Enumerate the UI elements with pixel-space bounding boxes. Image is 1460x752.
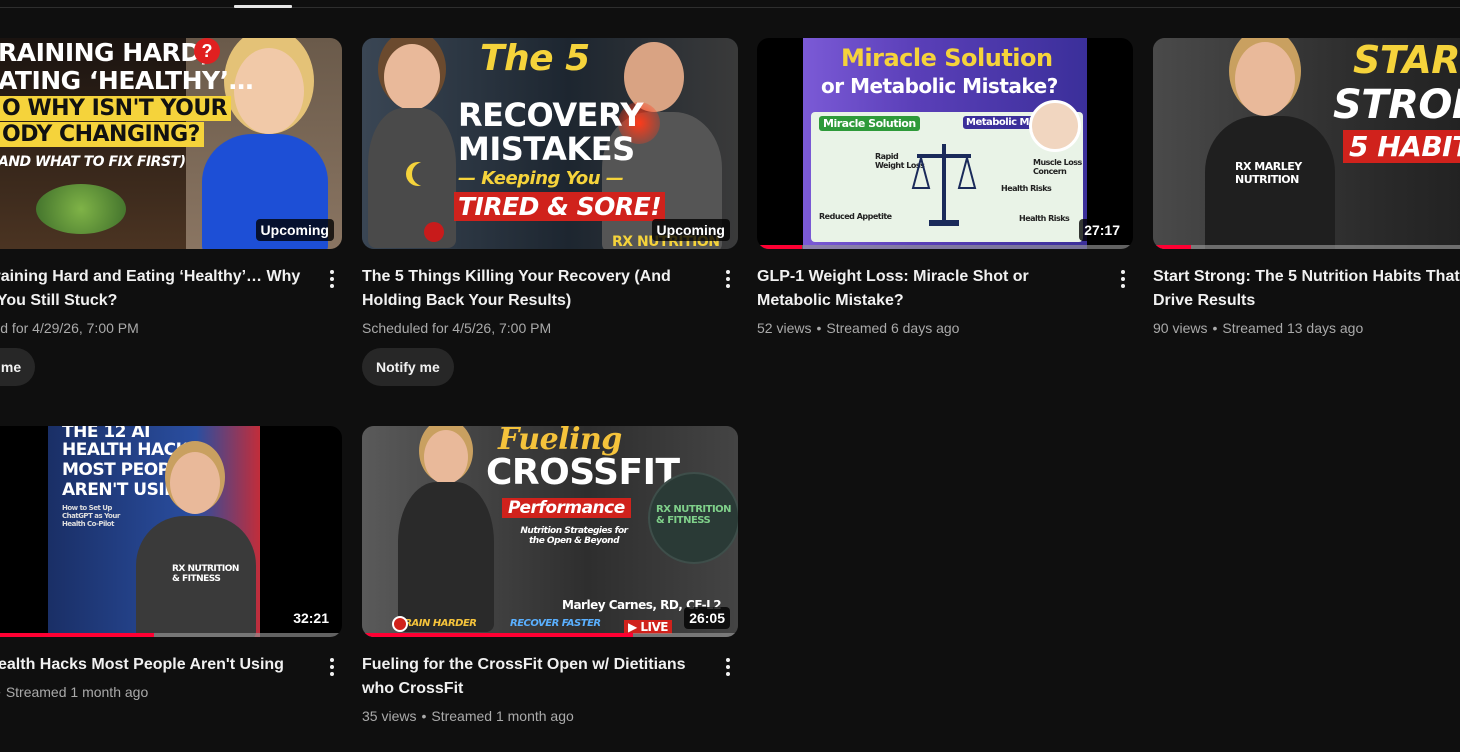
thumb-line-5: AND WHAT TO FIX FIRST) <box>0 154 186 170</box>
thumb-line-1: RAINING HARD, <box>0 38 210 67</box>
scale-icon <box>911 138 977 228</box>
thumb-line-7: RECOVER FASTER <box>510 618 601 629</box>
thumb-line-3-label: RX MARLEY NUTRITION <box>1235 160 1302 186</box>
thumb-label-6: Reduced Appetite <box>819 212 892 221</box>
video-thumbnail[interactable]: The 5 RECOVERY MISTAKES — Keeping You — … <box>362 38 738 249</box>
thumb-line-2: RECOVERY <box>458 96 644 134</box>
watch-progress <box>757 245 1133 249</box>
thumb-line-6: RX NUTRITION & FITNESS <box>172 564 239 584</box>
video-card[interactable]: THE 12 AI HEALTH HACKS MOST PEOPLE AREN'… <box>0 426 346 702</box>
thumb-label-1: Miracle Solution <box>819 116 920 131</box>
streamed-time: Streamed 1 month ago <box>5 684 149 700</box>
thumb-line-2: STRONG <box>1333 82 1460 128</box>
watch-progress <box>0 633 342 637</box>
more-actions-icon[interactable] <box>1111 263 1135 295</box>
active-tab-indicator <box>234 5 292 8</box>
thumb-line-2: CROSSFIT <box>486 452 680 493</box>
streamed-time: Streamed 1 month ago <box>431 708 574 724</box>
video-thumbnail[interactable]: RAINING HARD, ATING ‘HEALTHY’… O WHY ISN… <box>0 38 342 249</box>
video-card[interactable]: RAINING HARD, ATING ‘HEALTHY’… O WHY ISN… <box>0 38 346 386</box>
thumb-line-6: TRAIN HARDER <box>398 618 477 629</box>
meta-separator: • <box>816 320 822 336</box>
meta-separator: • <box>421 708 427 724</box>
meta-separator: • <box>1212 320 1218 336</box>
upcoming-badge: Upcoming <box>651 219 730 241</box>
thumb-line-1: START <box>1353 38 1460 82</box>
question-icon: ? <box>194 38 220 64</box>
thumb-line-4: Nutrition Strategies for the Open & Beyo… <box>520 526 628 546</box>
video-card[interactable]: Miracle Solution or Metabolic Mistake? M… <box>757 38 1137 338</box>
stopwatch-icon <box>392 616 408 632</box>
streamed-time: Streamed 6 days ago <box>826 320 960 336</box>
more-actions-icon[interactable] <box>320 651 344 683</box>
thumb-line-2: or Metabolic Mistake? <box>821 74 1058 98</box>
video-card[interactable]: Fueling CROSSFIT Performance Nutrition S… <box>362 426 742 726</box>
thumb-line-3: O WHY ISN'T YOUR <box>0 96 232 121</box>
more-actions-icon[interactable] <box>320 263 344 295</box>
live-badge: ▶ LIVE <box>624 620 673 634</box>
thumb-line-3: MISTAKES <box>458 130 635 168</box>
scheduled-time: eduled for 4/29/26, 7:00 PM <box>0 320 139 336</box>
more-actions-icon[interactable] <box>716 263 740 295</box>
thumb-line-4: ODY CHANGING? <box>0 122 204 147</box>
video-title[interactable]: Fueling for the CrossFit Open w/ Dietiti… <box>362 653 702 701</box>
view-count: 90 views <box>1153 320 1208 336</box>
video-meta: 52 views • Streamed 6 days ago <box>757 318 1137 338</box>
view-count: 52 views <box>757 320 812 336</box>
moon-icon <box>412 162 436 186</box>
meta-separator: • <box>0 684 1 700</box>
video-meta: ews•Streamed 1 month ago <box>0 682 346 702</box>
streamed-time: Streamed 13 days ago <box>1222 320 1364 336</box>
video-title[interactable]: The 5 Things Killing Your Recovery (And … <box>362 265 702 313</box>
duration-badge: 32:21 <box>288 607 334 629</box>
video-thumbnail[interactable]: Fueling CROSSFIT Performance Nutrition S… <box>362 426 738 637</box>
thumb-line-4: 5 HABITS <box>1343 130 1460 163</box>
video-title[interactable]: GLP-1 Weight Loss: Miracle Shot or Metab… <box>757 265 1097 313</box>
view-count: 35 views <box>362 708 417 724</box>
food-bowl-icon <box>36 184 126 234</box>
video-title[interactable]: re Training Hard and Eating ‘Healthy’… W… <box>0 265 306 313</box>
thumb-line-1: The 5 <box>480 38 590 79</box>
video-meta: 35 views • Streamed 1 month ago <box>362 706 742 726</box>
video-card[interactable]: The 5 RECOVERY MISTAKES — Keeping You — … <box>362 38 742 386</box>
thumb-line-4: — Keeping You — <box>458 168 624 189</box>
video-meta: 90 views • Streamed 13 days ago <box>1153 318 1460 338</box>
thumb-line-5: How to Set Up ChatGPT as Your Health Co-… <box>62 504 120 528</box>
upcoming-badge: Upcoming <box>255 219 334 241</box>
more-actions-icon[interactable] <box>716 651 740 683</box>
video-thumbnail[interactable]: RX MARLEY NUTRITION START STRONG 5 HABIT… <box>1153 38 1460 249</box>
thumb-line-5: TIRED & SORE! <box>454 192 666 221</box>
scheduled-time: Scheduled for 4/5/26, 7:00 PM <box>362 320 552 336</box>
thumb-line-1: Miracle Solution <box>841 44 1053 72</box>
video-title[interactable]: Start Strong: The 5 Nutrition Habits Tha… <box>1153 265 1460 313</box>
video-card[interactable]: RX MARLEY NUTRITION START STRONG 5 HABIT… <box>1153 38 1460 338</box>
thumb-line-2: ATING ‘HEALTHY’… <box>0 66 254 95</box>
duration-badge: 27:17 <box>1079 219 1125 241</box>
thumb-line-3: Performance <box>502 498 631 518</box>
duration-badge: 26:05 <box>684 607 730 629</box>
top-divider <box>0 7 1460 8</box>
video-thumbnail[interactable]: THE 12 AI HEALTH HACKS MOST PEOPLE AREN'… <box>0 426 342 637</box>
watch-progress <box>362 633 738 637</box>
apple-icon <box>424 222 444 242</box>
thumb-label-4: Muscle Loss Concern <box>1033 158 1082 176</box>
watch-progress <box>1153 245 1460 249</box>
thumb-line-8: RX NUTRITION & FITNESS <box>656 504 732 526</box>
notify-me-button[interactable]: tify me <box>0 348 36 386</box>
thumb-label-7: Health Risks <box>1019 214 1070 223</box>
thumb-label-5: Health Risks <box>1001 184 1052 193</box>
video-thumbnail[interactable]: Miracle Solution or Metabolic Mistake? M… <box>757 38 1133 249</box>
notify-me-button[interactable]: Notify me <box>362 348 454 386</box>
